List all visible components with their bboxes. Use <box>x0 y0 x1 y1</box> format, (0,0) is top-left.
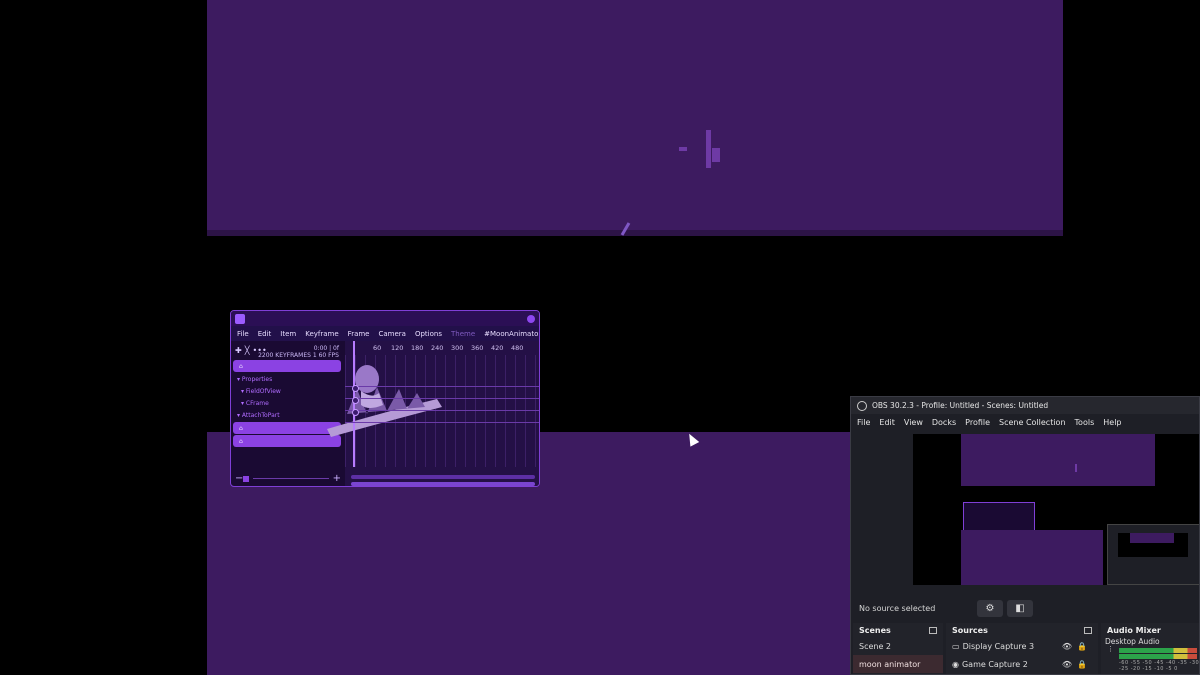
menu-frame[interactable]: Frame <box>348 330 370 338</box>
tick-label: 420 <box>491 344 504 352</box>
playhead[interactable] <box>353 341 355 467</box>
keyframe-info: 2200 KEYFRAMES 1 60 FPS <box>258 352 339 359</box>
audio-mixer-header: Audio Mixer <box>1107 625 1161 635</box>
time-display: 0:00 | 0f <box>313 345 339 352</box>
part-icon: ⌂ <box>239 437 243 445</box>
mixer-menu-icon[interactable]: ⋮ <box>1107 645 1114 653</box>
obs-menu-edit[interactable]: Edit <box>879 418 895 427</box>
obs-menu-file[interactable]: File <box>857 418 870 427</box>
obs-menu-profile[interactable]: Profile <box>965 418 990 427</box>
scene-plane-top <box>207 0 1063 236</box>
volume-meter <box>1119 654 1197 659</box>
tick-label: 360 <box>471 344 484 352</box>
artifact-dot <box>679 147 687 151</box>
moon-animator-window[interactable]: File Edit Item Keyframe Frame Camera Opt… <box>230 310 540 487</box>
eye-lock-icons[interactable]: 👁🔒 <box>1062 642 1092 651</box>
menu-file[interactable]: File <box>237 330 249 338</box>
tick-label: 180 <box>411 344 424 352</box>
obs-menu-bar: File Edit View Docks Profile Scene Colle… <box>851 414 1199 430</box>
timeline-scrollbar[interactable] <box>351 475 535 479</box>
viewport-model-icon <box>327 365 442 437</box>
undock-icon[interactable] <box>1084 626 1092 634</box>
track-line <box>345 410 539 411</box>
preview-obs-nested-plane <box>1130 533 1174 543</box>
scenes-dock: Scenes Scene 2 moon animator <box>853 623 943 674</box>
obs-logo-icon <box>857 400 867 411</box>
preview-plane-bottom <box>961 530 1103 585</box>
scene-item[interactable]: moon animator <box>853 655 943 673</box>
zoom-handle[interactable] <box>243 475 250 482</box>
obs-menu-docks[interactable]: Docks <box>932 418 956 427</box>
meter-scale: -60 -55 -50 -45 -40 -35 -30 -25 -20 -15 … <box>1119 660 1200 672</box>
tick-label: 60 <box>373 344 382 352</box>
gear-icon[interactable]: ⚙ <box>977 600 1003 617</box>
desktop-viewport: File Edit Item Keyframe Frame Camera Opt… <box>0 0 1200 675</box>
gamepad-icon: ◉ <box>952 659 959 669</box>
obs-menu-view[interactable]: View <box>904 418 923 427</box>
preview-artifact <box>1075 464 1077 472</box>
obs-status-bar: No source selected ⚙ ◧ <box>851 597 1199 619</box>
desktop-audio-label: Desktop Audio <box>1105 637 1160 646</box>
part-icon: ⌂ <box>239 424 243 432</box>
scene-item[interactable]: Scene 2 <box>853 637 943 655</box>
sources-header: Sources <box>946 623 1098 637</box>
track-line <box>345 398 539 399</box>
keyframe-marker[interactable] <box>352 385 359 392</box>
track-line <box>345 422 539 423</box>
home-icon: ⌂ <box>239 362 243 370</box>
artifact-block <box>712 148 720 162</box>
keyframe-marker[interactable] <box>352 409 359 416</box>
moon-timeline[interactable]: 60 120 180 240 300 360 420 480 <box>327 341 539 486</box>
track-line <box>345 386 539 387</box>
undock-icon[interactable] <box>929 626 937 634</box>
no-source-label: No source selected <box>859 603 936 613</box>
moon-menu-bar: File Edit Item Keyframe Frame Camera Opt… <box>231 326 539 341</box>
obs-title: OBS 30.2.3 - Profile: Untitled - Scenes:… <box>872 401 1049 410</box>
artifact-bar <box>706 130 711 168</box>
zoom-controls: − + <box>235 473 341 484</box>
obs-preview[interactable] <box>913 434 1199 585</box>
preview-plane-top <box>961 434 1155 486</box>
tool-icon[interactable]: ╳ <box>245 346 250 355</box>
moon-logo-icon <box>235 313 245 324</box>
sources-dock: Sources ▭ Display Capture 3 👁🔒 ◉ Game Ca… <box>946 623 1098 674</box>
obs-menu-scene-collection[interactable]: Scene Collection <box>999 418 1066 427</box>
obs-menu-tools[interactable]: Tools <box>1075 418 1095 427</box>
menu-options[interactable]: Options <box>415 330 442 338</box>
eye-lock-icons[interactable]: 👁🔒 <box>1062 660 1092 669</box>
timeline-scrollbar[interactable] <box>351 482 535 486</box>
source-item[interactable]: ▭ Display Capture 3 👁🔒 <box>946 637 1098 655</box>
hashtag-label: #MoonAnimator <box>484 329 540 338</box>
audio-mixer-dock: Audio Mixer Desktop Audio -60 -55 -50 -4… <box>1101 623 1200 674</box>
volume-meter <box>1119 648 1197 653</box>
zoom-track[interactable] <box>253 478 329 479</box>
obs-title-bar[interactable]: OBS 30.2.3 - Profile: Untitled - Scenes:… <box>851 397 1199 414</box>
source-item[interactable]: ◉ Game Capture 2 👁🔒 <box>946 655 1098 673</box>
menu-theme[interactable]: Theme <box>451 330 475 338</box>
monitor-icon: ▭ <box>952 641 960 651</box>
zoom-in-icon[interactable]: + <box>333 473 341 484</box>
menu-edit[interactable]: Edit <box>258 330 272 338</box>
zoom-out-icon[interactable]: − <box>235 473 243 484</box>
add-icon[interactable]: ✚ <box>235 346 242 355</box>
timeline-ruler: 60 120 180 240 300 360 420 480 <box>345 341 539 355</box>
moon-title-bar[interactable] <box>231 311 539 326</box>
close-icon[interactable] <box>527 314 535 323</box>
tick-label: 480 <box>511 344 524 352</box>
menu-camera[interactable]: Camera <box>378 330 405 338</box>
obs-menu-help[interactable]: Help <box>1103 418 1121 427</box>
tick-label: 240 <box>431 344 444 352</box>
tick-label: 300 <box>451 344 464 352</box>
moon-toolbar: ✚ ╳ ••• 0:00 | 0f 2200 KEYFRAMES 1 60 FP… <box>231 341 343 359</box>
keyframe-marker[interactable] <box>352 397 359 404</box>
tick-label: 120 <box>391 344 404 352</box>
scenes-header: Scenes <box>853 623 943 637</box>
preview-obs-window <box>1107 524 1199 585</box>
obs-window[interactable]: OBS 30.2.3 - Profile: Untitled - Scenes:… <box>850 396 1200 675</box>
moon-counter: 0:00 | 0f 2200 KEYFRAMES 1 60 FPS <box>258 345 339 359</box>
menu-keyframe[interactable]: Keyframe <box>305 330 338 338</box>
filter-icon[interactable]: ◧ <box>1007 600 1033 617</box>
menu-item[interactable]: Item <box>280 330 296 338</box>
